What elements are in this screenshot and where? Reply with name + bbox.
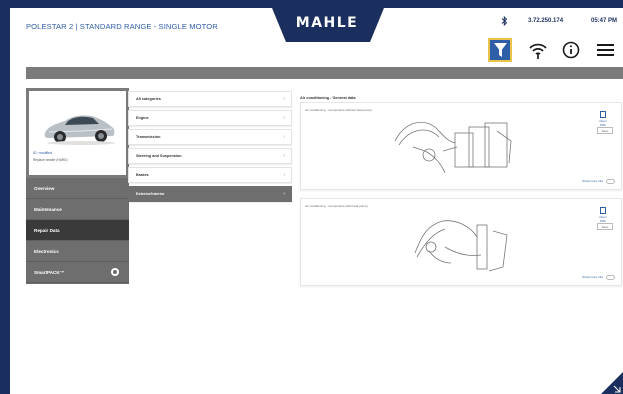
nav-item-repair-data[interactable]: Repair Data — [26, 220, 129, 241]
vehicle-subtitle: Replace header (HARD) — [33, 158, 68, 162]
mahle-logo: MAHLE — [295, 15, 359, 31]
more-info-link[interactable]: Show more info — [582, 179, 603, 183]
ip-address: 3.72.250.174 — [528, 18, 564, 24]
category-label: Exterior/Interior — [136, 192, 165, 196]
save-button[interactable]: Save — [597, 127, 613, 134]
info-icon — [562, 41, 580, 59]
category-brakes[interactable]: Brakes › — [128, 167, 292, 183]
resize-corner-icon[interactable] — [601, 372, 623, 394]
nav-item-overview[interactable]: Overview — [26, 178, 129, 199]
vehicle-image — [44, 115, 115, 145]
header: POLESTAR 2 | STANDARD RANGE - SINGLE MOT… — [10, 8, 623, 68]
nav-item-maintenance[interactable]: Maintenance — [26, 199, 129, 220]
diagram-caption: Air conditioning - components (with heat… — [305, 204, 368, 208]
category-all[interactable]: All categories › — [128, 91, 292, 107]
expand-toggle[interactable] — [606, 179, 615, 184]
expand-toggle[interactable] — [606, 275, 615, 280]
nav-item-smartpack[interactable]: SmartPACK™ — [26, 262, 129, 283]
category-label: Engine — [136, 116, 149, 120]
chevron-right-icon: › — [283, 115, 285, 121]
filter-button[interactable] — [488, 38, 512, 62]
menu-button[interactable] — [593, 38, 617, 62]
nav-item-label: Maintenance — [34, 206, 62, 212]
app-window: POLESTAR 2 | STANDARD RANGE - SINGLE MOT… — [10, 8, 623, 394]
toolbar-strip — [26, 67, 623, 79]
side-nav: Overview Maintenance Repair Data Electro… — [26, 178, 129, 283]
open-pdf-button[interactable]: Open PDF — [597, 111, 609, 127]
content-title: Air conditioning - General data — [300, 96, 356, 100]
chevron-right-icon: › — [283, 191, 285, 197]
save-button[interactable]: Save — [597, 223, 613, 230]
filter-icon — [493, 43, 507, 57]
nav-item-label: Electronics — [34, 248, 59, 254]
info-button[interactable] — [559, 38, 583, 62]
pdf-label: Open PDF — [599, 119, 607, 127]
pdf-label: Open PDF — [599, 215, 607, 223]
chevron-right-icon: › — [283, 172, 285, 178]
category-transmission[interactable]: Transmission › — [128, 129, 292, 145]
clock: 05:47 PM — [591, 18, 618, 24]
more-info-link[interactable]: Show more info — [582, 275, 603, 279]
category-label: Transmission — [136, 135, 161, 139]
category-exterior-interior[interactable]: Exterior/Interior › — [128, 186, 292, 202]
diagram-card[interactable]: Air conditioning - components (without h… — [300, 102, 622, 190]
nav-item-electronics[interactable]: Electronics — [26, 241, 129, 262]
open-pdf-button[interactable]: Open PDF — [597, 207, 609, 223]
category-label: All categories — [136, 97, 161, 101]
category-list: All categories › Engine › Transmission › St… — [128, 91, 292, 205]
ac-components-diagram — [394, 121, 512, 174]
vehicle-card[interactable]: ID: modified Replace header (HARD) — [26, 88, 129, 178]
wireless-icon — [529, 43, 547, 59]
chevron-right-icon: › — [283, 153, 285, 159]
category-steering-suspension[interactable]: Steering and Suspension › — [128, 148, 292, 164]
nav-item-label: Repair Data — [34, 227, 60, 233]
chevron-right-icon: › — [283, 96, 285, 102]
category-label: Brakes — [136, 173, 149, 177]
category-label: Steering and Suspension — [136, 154, 182, 158]
smartpack-badge-icon — [111, 268, 119, 276]
vehicle-id-link[interactable]: ID: modified — [33, 151, 52, 155]
chevron-right-icon: › — [283, 134, 285, 140]
document-icon — [600, 207, 606, 214]
document-icon — [600, 111, 606, 118]
nav-item-label: SmartPACK™ — [34, 269, 65, 275]
category-engine[interactable]: Engine › — [128, 110, 292, 126]
nav-item-label: Overview — [34, 185, 55, 191]
diagram-caption: Air conditioning - components (without h… — [305, 108, 372, 112]
hamburger-menu-icon — [596, 44, 614, 56]
ac-heat-pump-diagram — [414, 220, 508, 272]
diagram-card[interactable]: Air conditioning - components (with heat… — [300, 198, 622, 286]
left-panel: ID: modified Replace header (HARD) Overv… — [26, 88, 129, 284]
vehicle-title: POLESTAR 2 | STANDARD RANGE - SINGLE MOT… — [26, 22, 218, 31]
bluetooth-icon — [501, 15, 508, 28]
wireless-button[interactable] — [526, 38, 550, 62]
